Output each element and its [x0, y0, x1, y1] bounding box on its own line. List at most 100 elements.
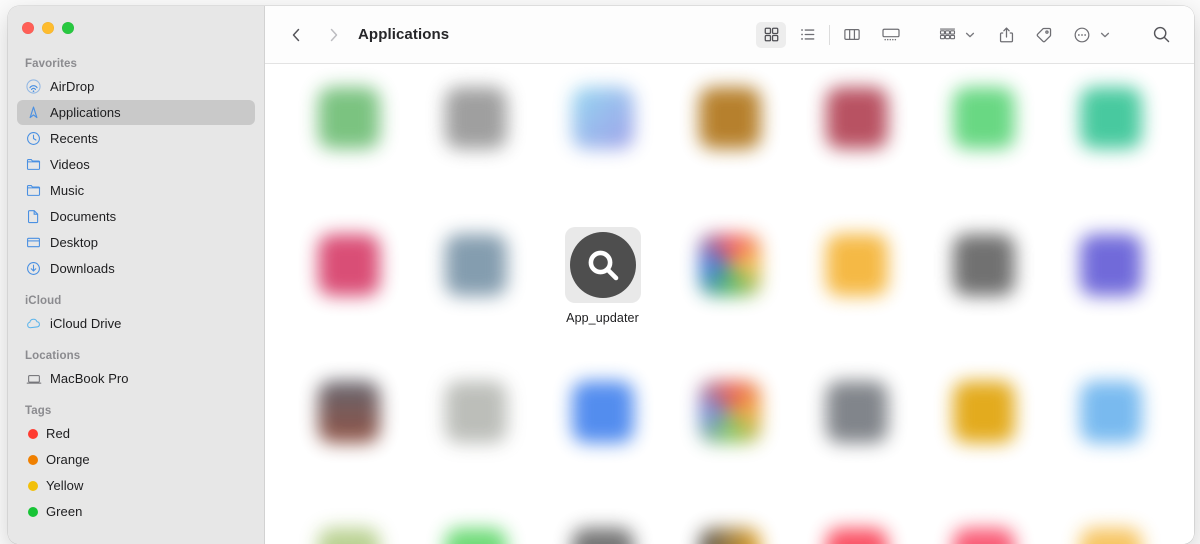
app-item[interactable]: x	[1047, 372, 1174, 497]
app-item[interactable]: x	[539, 78, 666, 203]
list-view-button[interactable]	[792, 22, 822, 48]
app-icon	[952, 87, 1015, 149]
app-item[interactable]: x	[285, 372, 412, 497]
app-icon-tile	[692, 521, 768, 544]
app-item[interactable]: x	[1047, 78, 1174, 203]
sidebar-item-airdrop[interactable]: AirDrop	[17, 74, 255, 99]
app-item[interactable]: x	[412, 78, 539, 203]
airdrop-icon	[25, 78, 42, 95]
sidebar-item-macbook-pro[interactable]: MacBook Pro	[17, 366, 255, 391]
app-item[interactable]: x	[920, 78, 1047, 203]
sidebar-item-music[interactable]: Music	[17, 178, 255, 203]
group-by-button[interactable]	[932, 22, 962, 48]
sidebar-item-tag-orange[interactable]: Orange	[17, 447, 255, 472]
sidebar-item-tag-red[interactable]: Red	[17, 421, 255, 446]
app-icon	[825, 87, 888, 149]
app-item[interactable]: x	[666, 225, 793, 350]
app-label: x	[322, 311, 376, 320]
app-item[interactable]: x	[285, 78, 412, 203]
sidebar-item-tag-yellow[interactable]: Yellow	[17, 473, 255, 498]
sidebar-item-documents[interactable]: Documents	[17, 204, 255, 229]
app-icon-tile	[1073, 374, 1149, 450]
app-icon	[1079, 87, 1142, 149]
icon-grid: x x x	[285, 78, 1174, 544]
app-label: x	[830, 458, 884, 467]
sidebar-item-tag-green[interactable]: Green	[17, 499, 255, 524]
app-icon	[317, 87, 380, 149]
app-label: x	[957, 458, 1011, 467]
app-item[interactable]: x	[285, 225, 412, 350]
app-icon-tile	[1073, 80, 1149, 156]
chevron-down-icon[interactable]	[1098, 25, 1112, 45]
sidebar-item-label: iCloud Drive	[50, 316, 122, 331]
app-item[interactable]: x	[539, 372, 666, 497]
app-item-app-updater[interactable]: App_updater	[539, 225, 666, 350]
app-label: x	[830, 164, 884, 173]
app-item[interactable]: x	[412, 372, 539, 497]
download-icon	[25, 260, 42, 277]
sidebar-section-locations: Locations MacBook Pro	[8, 350, 264, 391]
app-icon	[698, 528, 761, 544]
app-item[interactable]: x	[793, 225, 920, 350]
app-item[interactable]: x	[920, 519, 1047, 544]
sidebar-section-icloud: iCloud iCloud Drive	[8, 295, 264, 336]
app-item[interactable]: x	[1047, 519, 1174, 544]
app-icon	[952, 528, 1015, 544]
app-label: x	[449, 164, 503, 173]
app-item[interactable]: x	[412, 225, 539, 350]
app-label: x	[576, 164, 630, 173]
app-item[interactable]: x	[920, 372, 1047, 497]
share-button[interactable]	[991, 22, 1021, 48]
sidebar-section-title: Tags	[25, 405, 52, 417]
more-actions-button[interactable]	[1067, 22, 1097, 48]
app-label: x	[703, 311, 757, 320]
app-item[interactable]: x	[793, 519, 920, 544]
minimize-button[interactable]	[42, 22, 54, 34]
app-icon	[571, 87, 634, 149]
document-icon	[25, 208, 42, 225]
column-view-button[interactable]	[837, 22, 867, 48]
search-button[interactable]	[1146, 22, 1176, 48]
icon-view-button[interactable]	[756, 21, 786, 48]
tag-button[interactable]	[1029, 22, 1059, 48]
back-button[interactable]	[283, 22, 309, 48]
app-item[interactable]: x	[539, 519, 666, 544]
app-item[interactable]: x	[666, 78, 793, 203]
app-icon	[571, 528, 634, 544]
group-by-control[interactable]	[932, 22, 977, 48]
app-item[interactable]: x	[666, 372, 793, 497]
cloud-icon	[25, 315, 42, 332]
sidebar-item-videos[interactable]: Videos	[17, 152, 255, 177]
app-icon-tile	[438, 80, 514, 156]
app-icon	[952, 234, 1015, 296]
app-label: x	[830, 311, 884, 320]
app-item[interactable]: x	[666, 519, 793, 544]
app-item[interactable]: x	[285, 519, 412, 544]
tag-dot-yellow	[28, 480, 38, 491]
sidebar-item-applications[interactable]: Applications	[17, 100, 255, 125]
app-label: x	[703, 458, 757, 467]
app-item[interactable]: x	[1047, 225, 1174, 350]
sidebar-item-label: Documents	[50, 209, 117, 224]
app-icon-tile	[565, 80, 641, 156]
gallery-view-button[interactable]	[876, 22, 906, 48]
sidebar-item-icloud-drive[interactable]: iCloud Drive	[17, 311, 255, 336]
app-icon-tile	[438, 521, 514, 544]
more-actions-control[interactable]	[1067, 22, 1112, 48]
forward-button[interactable]	[320, 22, 346, 48]
app-item[interactable]: x	[793, 372, 920, 497]
sidebar-item-label: Yellow	[46, 478, 84, 493]
maximize-button[interactable]	[62, 22, 74, 34]
toolbar-divider	[829, 24, 830, 45]
close-button[interactable]	[22, 22, 34, 34]
app-icon-tile	[819, 521, 895, 544]
sidebar-item-downloads[interactable]: Downloads	[17, 256, 255, 281]
app-icon	[698, 87, 761, 149]
app-label: x	[322, 164, 376, 173]
app-item[interactable]: x	[920, 225, 1047, 350]
sidebar-item-desktop[interactable]: Desktop	[17, 230, 255, 255]
app-item[interactable]: x	[412, 519, 539, 544]
chevron-down-icon[interactable]	[963, 25, 977, 45]
sidebar-item-recents[interactable]: Recents	[17, 126, 255, 151]
app-item[interactable]: x	[793, 78, 920, 203]
